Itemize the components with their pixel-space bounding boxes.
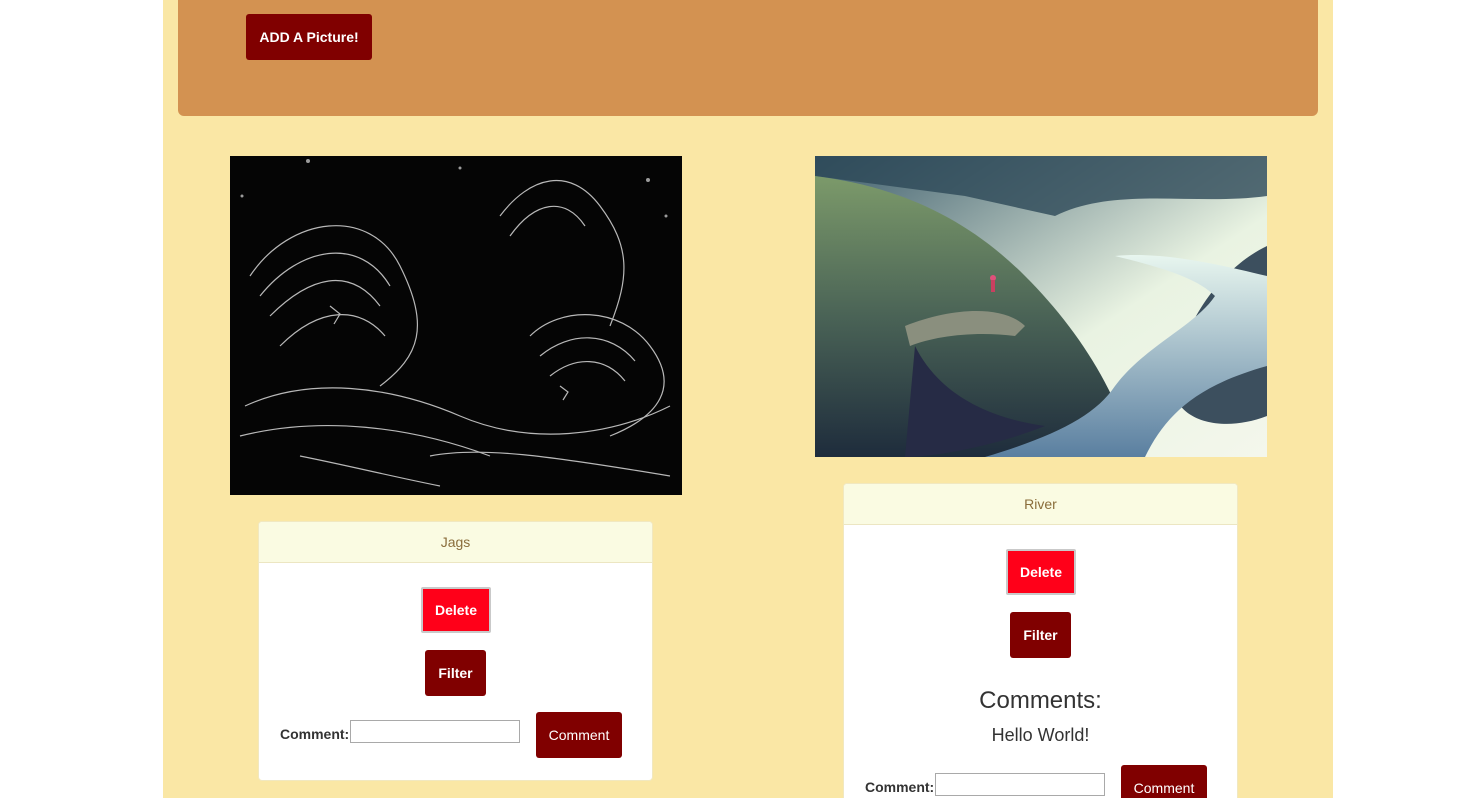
comments-heading: Comments: [979, 687, 1102, 714]
add-picture-button[interactable]: ADD A Picture! [246, 14, 372, 60]
post-panel-jags: Jags Delete Filter Comment: Comment [258, 521, 653, 781]
comment-input[interactable] [350, 720, 520, 743]
main-container: ADD A Picture! Jags Delete Filter Commen… [163, 0, 1333, 798]
comment-form: Comment: Comment [280, 712, 630, 758]
comment-label: Comment: [865, 779, 935, 795]
post-image-river [815, 156, 1267, 457]
filter-button[interactable]: Filter [1010, 612, 1071, 658]
delete-button[interactable]: Delete [421, 587, 491, 633]
header-jumbotron: ADD A Picture! [178, 0, 1318, 116]
post-panel-river: River Delete Filter Comments: Hello Worl… [843, 483, 1238, 798]
post-title: River [844, 484, 1237, 525]
delete-button[interactable]: Delete [1006, 549, 1076, 595]
comment-button[interactable]: Comment [536, 712, 622, 758]
comment-button[interactable]: Comment [1121, 765, 1207, 798]
filter-button[interactable]: Filter [425, 650, 486, 696]
post-title: Jags [259, 522, 652, 563]
comment-input[interactable] [935, 773, 1105, 796]
comment-form: Comment: Comment [865, 765, 1215, 798]
comment-label: Comment: [280, 726, 350, 742]
comment-item: Hello World! [991, 725, 1090, 745]
post-image-jags [230, 156, 682, 495]
